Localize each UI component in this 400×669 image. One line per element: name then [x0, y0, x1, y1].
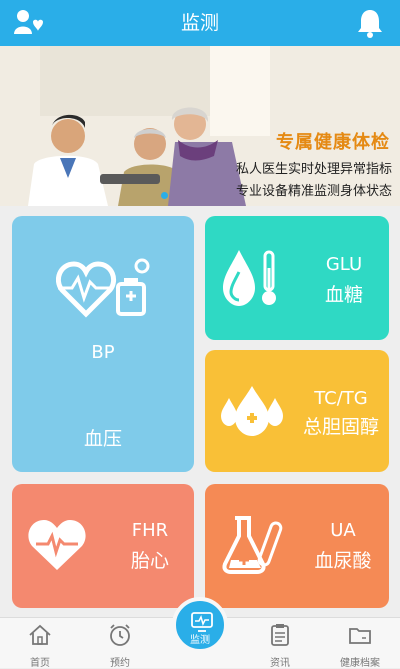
- glu-card[interactable]: GLU 血糖: [205, 216, 389, 340]
- banner-line-2: 专业设备精准监测身体状态: [235, 184, 392, 199]
- glu-name: 血糖: [324, 284, 363, 306]
- drops-plus-icon: [221, 386, 283, 436]
- tc-code: TC/TG: [314, 388, 368, 409]
- banner-line-1: 私人医生实时处理异常指标: [235, 162, 392, 177]
- home-icon: [29, 624, 51, 645]
- clipboard-icon: [271, 624, 289, 646]
- tab-monitor-label: 监测: [190, 635, 210, 646]
- tab-appointment[interactable]: 预约: [80, 618, 160, 669]
- alarm-clock-icon: [110, 624, 130, 646]
- fhr-card[interactable]: FHR 胎心: [12, 484, 194, 608]
- ua-name: 血尿酸: [314, 550, 372, 572]
- tc-card[interactable]: TC/TG 总胆固醇: [205, 350, 389, 472]
- banner-headline: 专属健康体检: [276, 132, 390, 153]
- bell-icon[interactable]: [356, 8, 384, 38]
- ua-card[interactable]: UA 血尿酸: [205, 484, 389, 608]
- monitor-icon: [191, 612, 213, 632]
- ua-code: UA: [330, 520, 356, 541]
- flask-test-tube-icon: [222, 516, 283, 574]
- glu-code: GLU: [325, 254, 363, 275]
- folder-icon: [349, 628, 371, 644]
- bp-code: BP: [91, 342, 115, 363]
- bp-card[interactable]: BP 血压: [12, 216, 194, 472]
- fhr-name: 胎心: [130, 550, 169, 572]
- tc-name: 总胆固醇: [302, 416, 379, 438]
- fhr-code: FHR: [131, 520, 169, 541]
- tab-monitor[interactable]: 监测: [172, 597, 228, 653]
- page-title: 监测: [180, 12, 219, 34]
- tab-health-records[interactable]: 健康档案: [320, 618, 400, 669]
- carousel-dot-active[interactable]: [161, 192, 168, 199]
- heart-ecg-icon: [28, 520, 86, 570]
- bp-name: 血压: [83, 428, 122, 450]
- tab-news[interactable]: 资讯: [240, 618, 320, 669]
- promo-banner[interactable]: 专属健康体检 私人医生实时处理异常指标 专业设备精准监测身体状态: [0, 46, 400, 206]
- heart-pulse-bp-monitor-icon: [56, 258, 150, 318]
- tab-home[interactable]: 首页: [0, 618, 80, 669]
- blood-drop-thermometer-icon: [223, 250, 276, 306]
- top-bar: 监测: [0, 0, 400, 46]
